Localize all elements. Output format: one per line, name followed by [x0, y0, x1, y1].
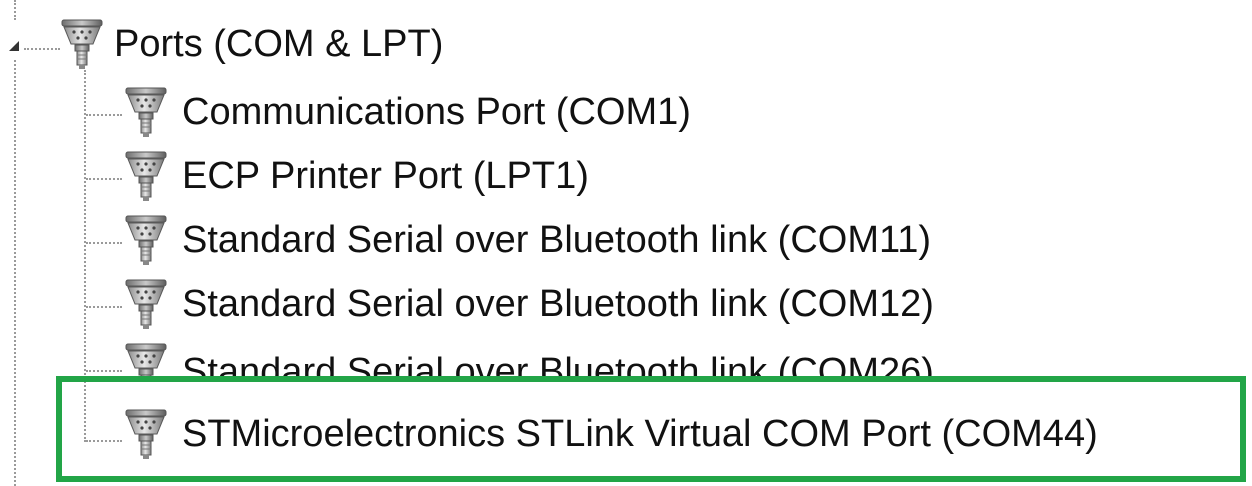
- tree-guide-line: [86, 114, 122, 116]
- tree-guide-line: [86, 178, 122, 180]
- port-connector-icon: [60, 18, 104, 70]
- device-label: Standard Serial over Bluetooth link (COM…: [182, 219, 932, 261]
- device-label: Standard Serial over Bluetooth link (COM…: [182, 283, 934, 325]
- device-label: ECP Printer Port (LPT1): [182, 155, 589, 197]
- device-label: STMicroelectronics STLink Virtual COM Po…: [182, 413, 1098, 455]
- device-item-com1[interactable]: Communications Port (COM1): [124, 82, 691, 142]
- port-connector-icon: [124, 150, 168, 202]
- device-item-com26[interactable]: Standard Serial over Bluetooth link (COM…: [124, 338, 934, 376]
- tree-guide-line: [86, 370, 122, 372]
- device-item-lpt1[interactable]: ECP Printer Port (LPT1): [124, 146, 589, 206]
- device-item-com11[interactable]: Standard Serial over Bluetooth link (COM…: [124, 210, 931, 270]
- category-label: Ports (COM & LPT): [114, 23, 444, 65]
- device-item-com12[interactable]: Standard Serial over Bluetooth link (COM…: [124, 274, 934, 334]
- expand-triangle-icon[interactable]: [8, 40, 20, 52]
- port-connector-icon: [124, 214, 168, 266]
- device-label: Standard Serial over Bluetooth link (COM…: [182, 351, 934, 376]
- tree-guide-line: [86, 306, 122, 308]
- port-connector-icon: [124, 278, 168, 330]
- port-connector-icon: [124, 86, 168, 138]
- tree-guide-line: [86, 440, 122, 442]
- tree-guide-line: [86, 242, 122, 244]
- tree-guide-line: [24, 48, 60, 50]
- device-item-com44[interactable]: STMicroelectronics STLink Virtual COM Po…: [124, 404, 1098, 464]
- port-connector-icon: [124, 342, 168, 376]
- tree-guide-line: [84, 70, 86, 442]
- tree-category-ports[interactable]: Ports (COM & LPT): [60, 14, 443, 74]
- tree-guide-line: [14, 0, 16, 20]
- port-connector-icon: [124, 408, 168, 460]
- device-tree: Ports (COM & LPT) Communications Port (C…: [0, 0, 1252, 486]
- tree-guide-line: [14, 60, 16, 486]
- device-label: Communications Port (COM1): [182, 91, 691, 133]
